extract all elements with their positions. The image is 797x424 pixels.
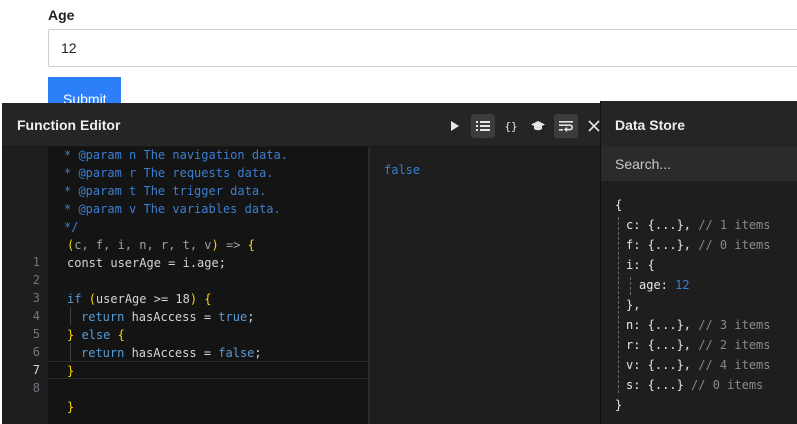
function-editor-title: Function Editor	[17, 117, 121, 133]
semicolon: ;	[247, 310, 255, 324]
code-line-4: return hasAccess = true;	[81, 308, 254, 326]
tree-node-v[interactable]: v: {...}, // 4 items	[626, 355, 771, 375]
doc-comment-close: */	[64, 220, 79, 234]
wrap-icon[interactable]	[554, 114, 578, 138]
line-number: 5	[32, 327, 40, 341]
tree-node-i[interactable]: i: {	[626, 255, 655, 275]
tree-node-i-close: },	[626, 298, 641, 312]
result-pane: false	[370, 147, 602, 424]
data-store-panel: Data Store { c: {...}, // 1 items f: {..…	[600, 101, 797, 424]
tree-node-age: age: 12	[639, 275, 690, 295]
tree-comment: // 2 items	[691, 338, 771, 352]
tree-node-f[interactable]: f: {...}, // 0 items	[626, 235, 771, 255]
code-editor[interactable]: * @param n The navigation data. * @param…	[48, 147, 368, 424]
assignment: hasAccess =	[131, 310, 219, 324]
line-number-gutter: 1 2 3 4 5 6 7 8	[2, 147, 48, 424]
tree-open-brace: {	[615, 198, 623, 212]
age-input[interactable]	[48, 29, 797, 67]
block-open-brace: {	[197, 292, 212, 306]
doc-comment-line: * @param r The requests data.	[64, 166, 274, 180]
paren-close: )	[189, 292, 198, 306]
line-number: 4	[32, 309, 40, 323]
tree-comment: // 0 items	[683, 378, 764, 392]
data-store-search-input[interactable]	[601, 147, 797, 181]
indent-guide	[70, 307, 71, 325]
doc-comment-line: * @param t The trigger data.	[64, 184, 267, 198]
line-number: 8	[32, 381, 40, 395]
assignment: hasAccess =	[131, 346, 219, 360]
tree-key: v: {...},	[626, 358, 692, 372]
code-line-3: if (userAge >= 18) {	[67, 290, 212, 308]
tree-key: r: {...},	[626, 338, 692, 352]
block-open-brace: {	[117, 328, 125, 342]
keyword-return: return	[81, 346, 132, 360]
tree-key: age:	[639, 278, 676, 292]
braces-icon[interactable]: {}	[499, 114, 523, 138]
signature-params: c, f, i, n, r, t, v	[74, 238, 212, 252]
line-number-current: 7	[32, 363, 40, 377]
graduation-cap-icon[interactable]	[526, 114, 550, 138]
signature-close-paren: )	[211, 238, 219, 252]
list-icon[interactable]	[471, 114, 495, 138]
tree-close-brace: }	[615, 398, 623, 412]
tree-comment: // 4 items	[691, 358, 771, 372]
code-line-6: return hasAccess = false;	[81, 344, 262, 362]
keyword-else: else	[74, 328, 118, 342]
line-number: 2	[32, 273, 40, 287]
tree-comment: // 0 items	[691, 238, 771, 252]
tree-node-c[interactable]: c: {...}, // 1 items	[626, 215, 771, 235]
line-number: 1	[32, 255, 40, 269]
keyword-if: if	[67, 292, 89, 306]
tree-comment: // 1 items	[691, 218, 771, 232]
function-closing-brace: }	[67, 400, 75, 414]
tree-key: n: {...},	[626, 318, 692, 332]
signature-brace: {	[247, 238, 255, 252]
current-line-highlight	[48, 361, 368, 379]
keyword-return: return	[81, 310, 132, 324]
semicolon: ;	[254, 346, 262, 360]
function-signature: (c, f, i, n, r, t, v) => {	[67, 236, 255, 254]
data-store-header: Data Store	[601, 101, 797, 147]
line-number: 3	[32, 291, 40, 305]
tree-comment: // 3 items	[691, 318, 771, 332]
tree-value: 12	[675, 278, 690, 292]
condition: userAge >= 18	[95, 292, 190, 306]
function-editor-header: Function Editor {}	[2, 103, 602, 147]
tree-node-r[interactable]: r: {...}, // 2 items	[626, 335, 771, 355]
boolean-false: false	[218, 346, 255, 360]
function-editor-panel: Function Editor {} 1 2 3 4 5 6 7 8 * @pa…	[2, 103, 602, 424]
tree-indent-guide	[630, 277, 631, 295]
boolean-true: true	[218, 310, 248, 324]
signature-arrow: =>	[218, 238, 248, 252]
code-line-1: const userAge = i.age;	[67, 256, 226, 270]
tree-key: s: {...}	[626, 378, 684, 392]
tree-key: f: {...},	[626, 238, 692, 252]
result-value: false	[384, 163, 421, 177]
line-number: 6	[32, 345, 40, 359]
doc-comment-line: * @param n The navigation data.	[64, 148, 288, 162]
tree-node-n[interactable]: n: {...}, // 3 items	[626, 315, 771, 335]
data-store-title: Data Store	[615, 117, 686, 133]
tree-indent-guide	[618, 217, 619, 393]
paren-open: (	[88, 292, 96, 306]
code-line-5: } else {	[67, 326, 125, 344]
tree-node-s[interactable]: s: {...} // 0 items	[626, 375, 763, 395]
doc-comment-line: * @param v The variables data.	[64, 202, 281, 216]
age-label: Age	[48, 7, 75, 23]
function-editor-body: 1 2 3 4 5 6 7 8 * @param n The navigatio…	[2, 147, 602, 424]
run-icon[interactable]	[443, 114, 467, 138]
tree-key: c: {...},	[626, 218, 692, 232]
code-line-7: }	[67, 364, 75, 378]
indent-guide	[70, 343, 71, 361]
